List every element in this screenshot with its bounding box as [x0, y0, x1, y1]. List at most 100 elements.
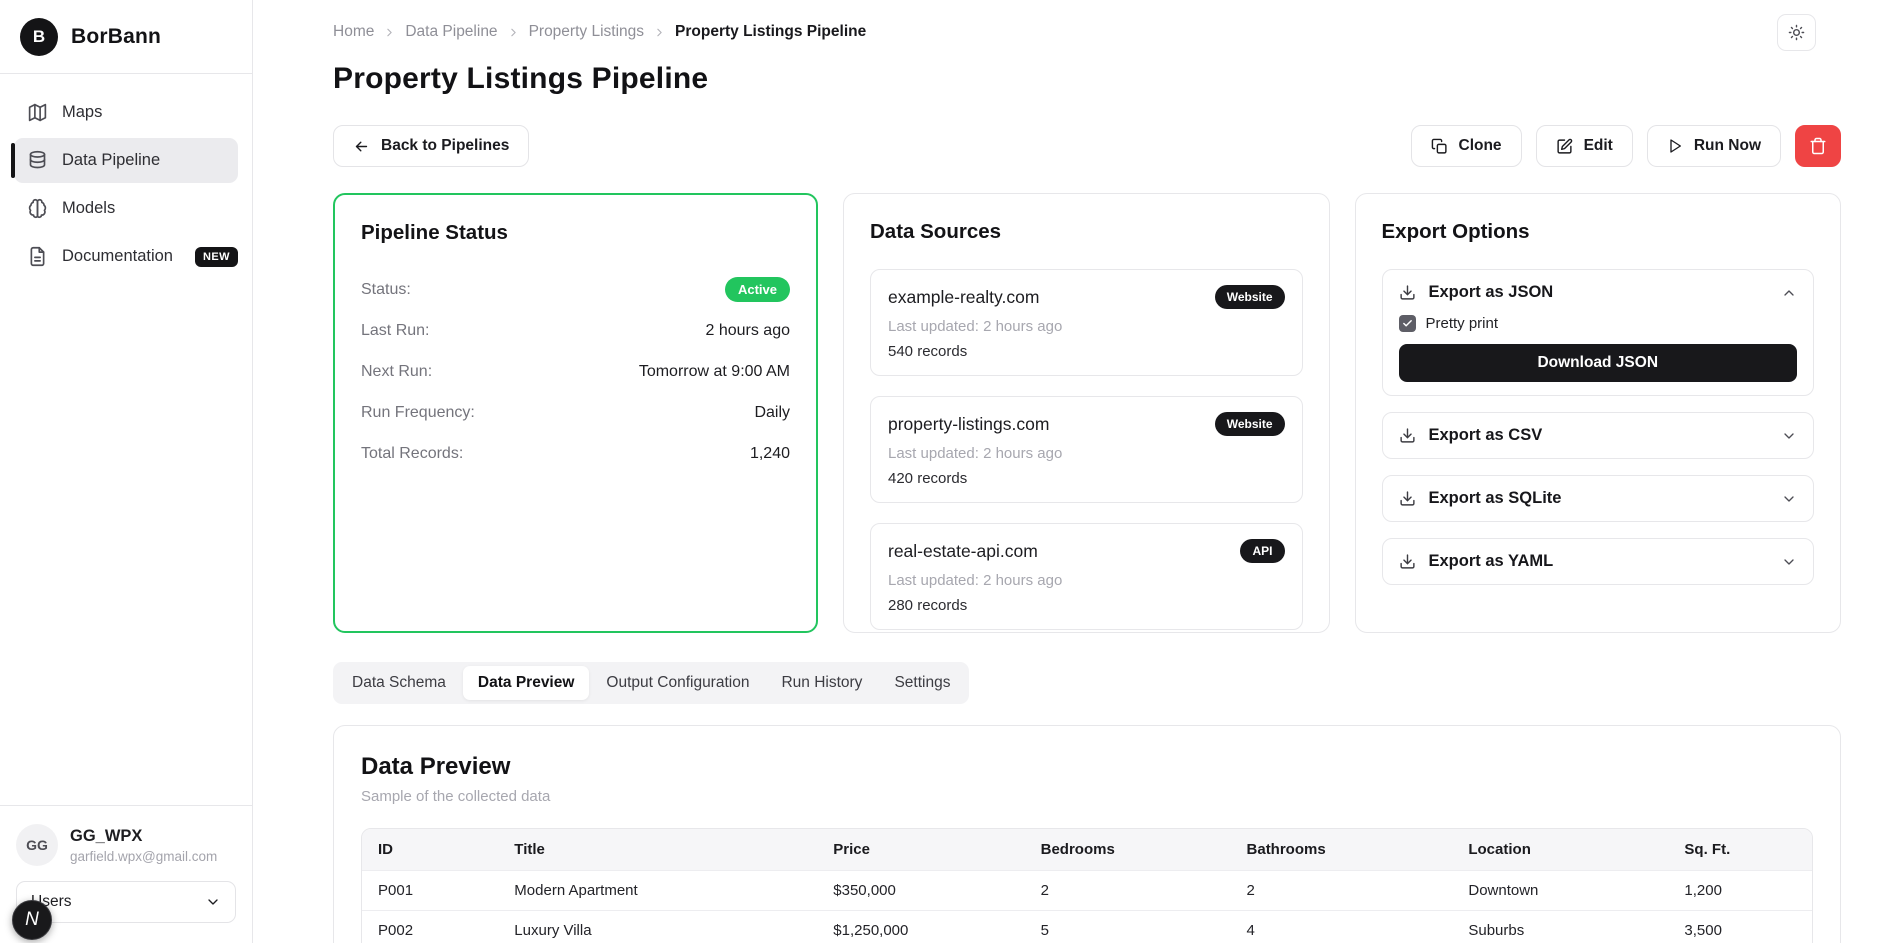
source-type-badge: Website: [1215, 285, 1285, 309]
source-updated: Last updated: 2 hours ago: [888, 318, 1285, 335]
sidebar: B BorBann Maps Data Pipeline Models Do: [0, 0, 253, 943]
avatar: GG: [16, 824, 58, 866]
status-label: Next Run:: [361, 363, 432, 381]
export-sqlite-toggle[interactable]: Export as SQLite: [1399, 489, 1798, 508]
status-label: Total Records:: [361, 445, 463, 463]
actions-row: Back to Pipelines Clone Edit Run Now: [333, 125, 1841, 167]
pretty-print-checkbox[interactable]: [1399, 315, 1416, 332]
new-badge: NEW: [195, 247, 238, 267]
edit-button[interactable]: Edit: [1536, 125, 1633, 167]
copy-icon: [1431, 138, 1448, 155]
run-now-label: Run Now: [1694, 137, 1761, 155]
export-yaml-toggle[interactable]: Export as YAML: [1399, 552, 1798, 571]
data-preview-subtitle: Sample of the collected data: [361, 788, 1813, 805]
source-name: real-estate-api.com: [888, 541, 1038, 562]
status-value: Daily: [754, 404, 790, 422]
breadcrumb: Home Data Pipeline Property Listings Pro…: [333, 23, 866, 41]
tab-data-schema[interactable]: Data Schema: [337, 666, 461, 700]
sidebar-item-maps[interactable]: Maps: [14, 90, 238, 135]
cell-id: P001: [362, 871, 498, 911]
breadcrumb-link-data-pipeline[interactable]: Data Pipeline: [405, 23, 497, 41]
arrow-left-icon: [353, 138, 370, 155]
cell-id: P002: [362, 911, 498, 943]
topbar: Home Data Pipeline Property Listings Pro…: [333, 12, 1841, 52]
export-json-toggle[interactable]: Export as JSON: [1399, 283, 1798, 302]
table-header-row: ID Title Price Bedrooms Bathrooms Locati…: [362, 829, 1812, 871]
export-json-label: Export as JSON: [1429, 283, 1554, 302]
database-icon: [27, 150, 48, 171]
detail-tabs: Data Schema Data Preview Output Configur…: [333, 662, 969, 704]
pretty-print-option[interactable]: Pretty print: [1399, 315, 1798, 332]
page-title: Property Listings Pipeline: [333, 62, 1841, 96]
run-now-button[interactable]: Run Now: [1647, 125, 1781, 167]
data-sources-card: Data Sources example-realty.com Website …: [843, 193, 1330, 633]
status-value: 1,240: [750, 445, 790, 463]
play-icon: [1667, 138, 1683, 154]
source-records: 540 records: [888, 343, 1285, 360]
download-icon: [1399, 553, 1416, 570]
delete-button[interactable]: [1795, 125, 1841, 167]
chevron-down-icon: [205, 894, 221, 910]
pipeline-status-title: Pipeline Status: [361, 221, 790, 245]
sidebar-item-documentation[interactable]: Documentation NEW: [14, 234, 238, 279]
brand-name: BorBann: [71, 25, 161, 49]
download-json-button[interactable]: Download JSON: [1399, 344, 1798, 382]
export-csv-accordion: Export as CSV: [1382, 412, 1815, 459]
cell-location: Downtown: [1452, 871, 1668, 911]
clone-button[interactable]: Clone: [1411, 125, 1522, 167]
export-yaml-accordion: Export as YAML: [1382, 538, 1815, 585]
user-profile[interactable]: GG GG_WPX garfield.wpx@gmail.com: [16, 824, 236, 866]
status-value: Tomorrow at 9:00 AM: [639, 363, 790, 381]
download-icon: [1399, 284, 1416, 301]
theme-toggle-button[interactable]: [1777, 14, 1816, 51]
cell-location: Suburbs: [1452, 911, 1668, 943]
tab-output-configuration[interactable]: Output Configuration: [591, 666, 764, 700]
clone-label: Clone: [1459, 137, 1502, 155]
cell-title: Luxury Villa: [498, 911, 817, 943]
column-header-title: Title: [498, 829, 817, 871]
column-header-price: Price: [817, 829, 1024, 871]
cell-price: $1,250,000: [817, 911, 1024, 943]
back-to-pipelines-label: Back to Pipelines: [381, 137, 509, 155]
status-label: Status:: [361, 281, 411, 299]
cell-sqft: 1,200: [1668, 871, 1812, 911]
chevron-up-icon: [1781, 285, 1797, 301]
back-to-pipelines-button[interactable]: Back to Pipelines: [333, 125, 529, 167]
table-row: P002 Luxury Villa $1,250,000 5 4 Suburbs…: [362, 911, 1812, 943]
export-csv-toggle[interactable]: Export as CSV: [1399, 426, 1798, 445]
data-source-item[interactable]: property-listings.com Website Last updat…: [870, 396, 1303, 503]
sidebar-item-label: Models: [62, 199, 115, 218]
breadcrumb-link-property-listings[interactable]: Property Listings: [529, 23, 644, 41]
data-source-item[interactable]: example-realty.com Website Last updated:…: [870, 269, 1303, 376]
tab-settings[interactable]: Settings: [879, 666, 965, 700]
column-header-sqft: Sq. Ft.: [1668, 829, 1812, 871]
download-icon: [1399, 490, 1416, 507]
dev-tools-badge[interactable]: N: [12, 900, 52, 940]
tab-run-history[interactable]: Run History: [766, 666, 877, 700]
brand-logo: B: [20, 18, 58, 56]
sidebar-item-label: Data Pipeline: [62, 151, 160, 170]
breadcrumb-link-home[interactable]: Home: [333, 23, 374, 41]
sidebar-item-label: Maps: [62, 103, 102, 122]
sidebar-item-models[interactable]: Models: [14, 186, 238, 231]
tab-data-preview[interactable]: Data Preview: [463, 666, 590, 700]
source-name: property-listings.com: [888, 414, 1049, 435]
cell-bedrooms: 2: [1025, 871, 1231, 911]
document-icon: [27, 246, 48, 267]
data-source-item[interactable]: real-estate-api.com API Last updated: 2 …: [870, 523, 1303, 630]
edit-label: Edit: [1584, 137, 1613, 155]
status-badge: Active: [725, 277, 790, 302]
cell-price: $350,000: [817, 871, 1024, 911]
cell-bathrooms: 4: [1231, 911, 1453, 943]
sun-icon: [1788, 24, 1805, 41]
status-label: Last Run:: [361, 322, 429, 340]
cell-bathrooms: 2: [1231, 871, 1453, 911]
export-options-title: Export Options: [1382, 220, 1815, 244]
sidebar-item-data-pipeline[interactable]: Data Pipeline: [14, 138, 238, 183]
cell-title: Modern Apartment: [498, 871, 817, 911]
chevron-down-icon: [1781, 491, 1797, 507]
source-records: 280 records: [888, 597, 1285, 614]
status-row: Run Frequency: Daily: [361, 392, 790, 433]
chevron-down-icon: [1781, 554, 1797, 570]
download-icon: [1399, 427, 1416, 444]
